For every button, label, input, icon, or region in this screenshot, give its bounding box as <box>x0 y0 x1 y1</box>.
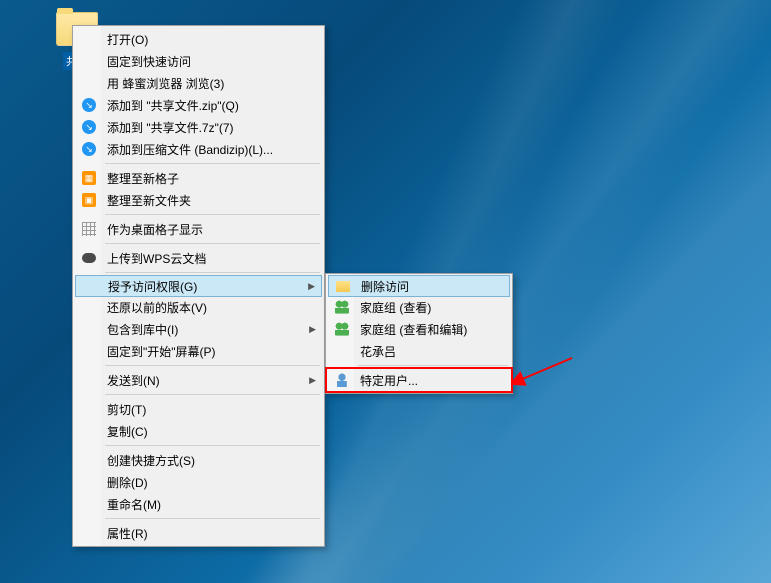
menu-rename[interactable]: 重命名(M) <box>75 493 322 515</box>
menu-separator <box>105 365 320 366</box>
submenu-user-hua[interactable]: 花承吕 <box>328 340 510 362</box>
menu-label: 复制(C) <box>107 423 148 440</box>
menu-label: 添加到压缩文件 (Bandizip)(L)... <box>107 141 273 158</box>
menu-send-to[interactable]: 发送到(N) ▶ <box>75 369 322 391</box>
menu-label: 家庭组 (查看和编辑) <box>360 321 467 338</box>
menu-create-shortcut[interactable]: 创建快捷方式(S) <box>75 449 322 471</box>
archive-icon: ↘ <box>81 141 97 157</box>
menu-restore-previous-versions[interactable]: 还原以前的版本(V) <box>75 296 322 318</box>
folder-icon <box>335 278 351 294</box>
menu-separator <box>105 214 320 215</box>
menu-label: 删除(D) <box>107 474 148 491</box>
menu-label: 授予访问权限(G) <box>108 278 197 295</box>
menu-label: 打开(O) <box>107 31 148 48</box>
folder-plus-icon: ▣ <box>81 192 97 208</box>
submenu-give-access: 删除访问 家庭组 (查看) 家庭组 (查看和编辑) 花承吕 特定用户... <box>325 273 513 394</box>
menu-open-with-browser[interactable]: 用 蜂蜜浏览器 浏览(3) <box>75 72 322 94</box>
submenu-homegroup-view[interactable]: 家庭组 (查看) <box>328 296 510 318</box>
menu-label: 添加到 "共享文件.zip"(Q) <box>107 97 239 114</box>
menu-label: 还原以前的版本(V) <box>107 299 207 316</box>
menu-label: 添加到 "共享文件.7z"(7) <box>107 119 234 136</box>
grid-icon <box>81 221 97 237</box>
cloud-upload-icon <box>81 250 97 266</box>
menu-label: 家庭组 (查看) <box>360 299 431 316</box>
menu-label: 属性(R) <box>107 525 148 542</box>
menu-properties[interactable]: 属性(R) <box>75 522 322 544</box>
menu-add-to-zip[interactable]: ↘ 添加到 "共享文件.zip"(Q) <box>75 94 322 116</box>
people-icon <box>334 321 350 337</box>
menu-label: 发送到(N) <box>107 372 160 389</box>
menu-label: 剪切(T) <box>107 401 146 418</box>
menu-label: 上传到WPS云文档 <box>107 250 206 267</box>
archive-icon: ↘ <box>81 119 97 135</box>
menu-pin-quick-access[interactable]: 固定到快速访问 <box>75 50 322 72</box>
submenu-homegroup-view-edit[interactable]: 家庭组 (查看和编辑) <box>328 318 510 340</box>
submenu-specific-people[interactable]: 特定用户... <box>328 369 510 391</box>
menu-give-access-to[interactable]: 授予访问权限(G) ▶ <box>75 275 322 297</box>
user-icon <box>334 372 350 388</box>
menu-separator <box>105 394 320 395</box>
menu-separator <box>105 243 320 244</box>
menu-label: 删除访问 <box>361 278 409 295</box>
menu-open[interactable]: 打开(O) <box>75 28 322 50</box>
menu-label: 整理至新文件夹 <box>107 192 191 209</box>
menu-label: 重命名(M) <box>107 496 161 513</box>
menu-add-to-7z[interactable]: ↘ 添加到 "共享文件.7z"(7) <box>75 116 322 138</box>
menu-delete[interactable]: 删除(D) <box>75 471 322 493</box>
menu-label: 整理至新格子 <box>107 170 179 187</box>
grid-icon: ▦ <box>81 170 97 186</box>
menu-separator <box>105 272 320 273</box>
submenu-remove-access[interactable]: 删除访问 <box>328 275 510 297</box>
people-icon <box>334 299 350 315</box>
menu-label: 花承吕 <box>360 343 396 360</box>
menu-show-as-desktop-grid[interactable]: 作为桌面格子显示 <box>75 218 322 240</box>
menu-label: 固定到"开始"屏幕(P) <box>107 343 216 360</box>
menu-tidy-new-folder[interactable]: ▣ 整理至新文件夹 <box>75 189 322 211</box>
menu-separator <box>105 445 320 446</box>
archive-icon: ↘ <box>81 97 97 113</box>
menu-include-in-library[interactable]: 包含到库中(I) ▶ <box>75 318 322 340</box>
menu-label: 特定用户... <box>360 372 418 389</box>
menu-label: 包含到库中(I) <box>107 321 178 338</box>
menu-add-to-archive[interactable]: ↘ 添加到压缩文件 (Bandizip)(L)... <box>75 138 322 160</box>
menu-upload-wps-cloud[interactable]: 上传到WPS云文档 <box>75 247 322 269</box>
menu-label: 用 蜂蜜浏览器 浏览(3) <box>107 75 224 92</box>
menu-copy[interactable]: 复制(C) <box>75 420 322 442</box>
menu-separator <box>358 365 508 366</box>
menu-separator <box>105 163 320 164</box>
chevron-right-icon: ▶ <box>309 375 316 386</box>
chevron-right-icon: ▶ <box>309 324 316 335</box>
menu-cut[interactable]: 剪切(T) <box>75 398 322 420</box>
menu-tidy-new-grid[interactable]: ▦ 整理至新格子 <box>75 167 322 189</box>
menu-separator <box>105 518 320 519</box>
context-menu: 打开(O) 固定到快速访问 用 蜂蜜浏览器 浏览(3) ↘ 添加到 "共享文件.… <box>72 25 325 547</box>
menu-label: 固定到快速访问 <box>107 53 191 70</box>
menu-label: 作为桌面格子显示 <box>107 221 203 238</box>
menu-label: 创建快捷方式(S) <box>107 452 195 469</box>
menu-pin-to-start[interactable]: 固定到"开始"屏幕(P) <box>75 340 322 362</box>
chevron-right-icon: ▶ <box>308 281 315 292</box>
